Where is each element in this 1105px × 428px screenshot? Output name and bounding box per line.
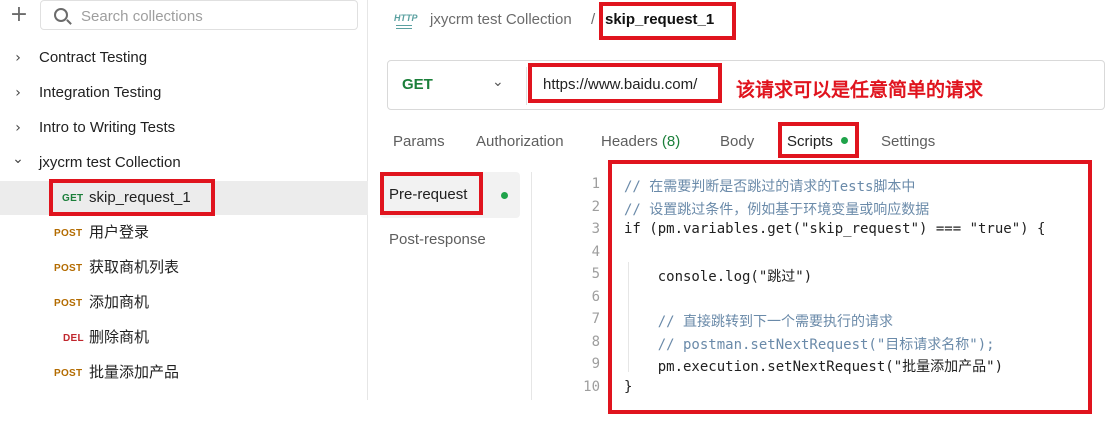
line-number: 1 [591,176,600,192]
code-line: } [624,379,633,395]
collection-jxycrm-test[interactable]: ⌄ jxycrm test Collection [0,146,368,180]
collection-label: Integration Testing [39,84,162,101]
collection-integration-testing[interactable]: › Integration Testing [0,76,368,110]
tab-scripts[interactable]: Scripts [787,133,848,150]
search-icon [54,8,68,22]
request-item-add[interactable]: POST 添加商机 [0,286,368,320]
request-label: 添加商机 [89,294,150,311]
chevron-down-icon[interactable]: ⌄ [10,142,26,176]
method-badge-get: GET [62,193,84,204]
request-item-skip-request-1[interactable]: GET skip_request_1 [0,181,368,215]
breadcrumb-request-name[interactable]: skip_request_1 [605,11,714,28]
http-icon-text: HTTP [394,13,418,23]
chevron-right-icon[interactable]: › [10,111,26,145]
pre-request-indicator-dot [501,192,508,199]
breadcrumb-separator: / [591,11,596,28]
search-input[interactable] [81,5,351,27]
code-line: console.log("跳过") [624,269,813,285]
method-badge-post: POST [54,228,83,239]
annotation-text: 该请求可以是任意简单的请求 [736,80,984,101]
request-label: 获取商机列表 [89,259,180,276]
request-label: skip_request_1 [89,189,191,206]
line-number: 9 [591,356,600,372]
tab-body[interactable]: Body [720,133,754,150]
tab-headers[interactable]: Headers (8) [601,133,680,150]
chevron-down-icon[interactable]: ⌄ [492,74,504,90]
line-number: 8 [591,334,600,350]
chevron-right-icon[interactable]: › [10,76,26,110]
collection-label: Intro to Writing Tests [39,119,176,136]
scripts-nav-pre-request[interactable]: Pre-request [389,186,467,203]
code-line: // 在需要判断是否跳过的请求的Tests脚本中 [624,179,916,195]
headers-count-badge: (8) [661,133,681,150]
request-item-delete[interactable]: DEL 删除商机 [0,321,368,355]
tab-scripts-label: Scripts [787,133,833,150]
breadcrumb-collection[interactable]: jxycrm test Collection [430,11,572,28]
code-line: // 直接跳转到下一个需要执行的请求 [624,314,894,330]
add-icon[interactable]: + [8,4,30,26]
method-badge-post: POST [54,263,83,274]
method-badge-post: POST [54,368,83,379]
http-icon: HTTP [392,12,418,32]
collection-label: jxycrm test Collection [39,154,181,171]
request-label: 批量添加产品 [89,364,180,381]
request-item-login[interactable]: POST 用户登录 [0,216,368,250]
request-label: 删除商机 [89,329,150,346]
code-editor[interactable]: 1 2 3 4 5 6 7 8 9 10 // 在需要判断是否跳过的请求的Tes… [560,174,1100,400]
divider [531,172,532,400]
search-box[interactable] [40,0,358,30]
chevron-right-icon[interactable]: › [10,41,26,75]
blank-area [0,400,1105,428]
line-number: 10 [583,379,600,395]
code-line: // postman.setNextRequest("目标请求名称"); [624,337,995,353]
tab-headers-label: Headers [601,133,658,150]
request-label: 用户登录 [89,224,150,241]
code-line: if (pm.variables.get("skip_request") ===… [624,221,1046,237]
line-number: 5 [591,266,600,282]
line-number: 3 [591,221,600,237]
method-select[interactable]: GET [402,76,433,93]
method-badge-del: DEL [63,333,84,344]
divider [526,67,527,105]
scripts-nav-post-response[interactable]: Post-response [389,231,486,248]
line-number: 7 [591,311,600,327]
tab-authorization[interactable]: Authorization [476,133,564,150]
collection-contract-testing[interactable]: › Contract Testing [0,41,368,75]
request-item-get-list[interactable]: POST 获取商机列表 [0,251,368,285]
method-badge-post: POST [54,298,83,309]
code-line: // 设置跳过条件，例如基于环境变量或响应数据 [624,202,930,218]
url-input[interactable]: https://www.baidu.com/ [543,76,697,93]
line-number: 4 [591,244,600,260]
tab-settings[interactable]: Settings [881,133,935,150]
collection-label: Contract Testing [39,49,148,66]
collection-intro-to-writing-tests[interactable]: › Intro to Writing Tests [0,111,368,145]
tab-params[interactable]: Params [393,133,445,150]
collections-sidebar: + › Contract Testing › Integration Testi… [0,0,368,400]
line-number: 6 [591,289,600,305]
scripts-indicator-dot [840,136,848,144]
request-item-batch-add[interactable]: POST 批量添加产品 [0,356,368,390]
line-number: 2 [591,199,600,215]
code-line: pm.execution.setNextRequest("批量添加产品") [624,359,1004,375]
